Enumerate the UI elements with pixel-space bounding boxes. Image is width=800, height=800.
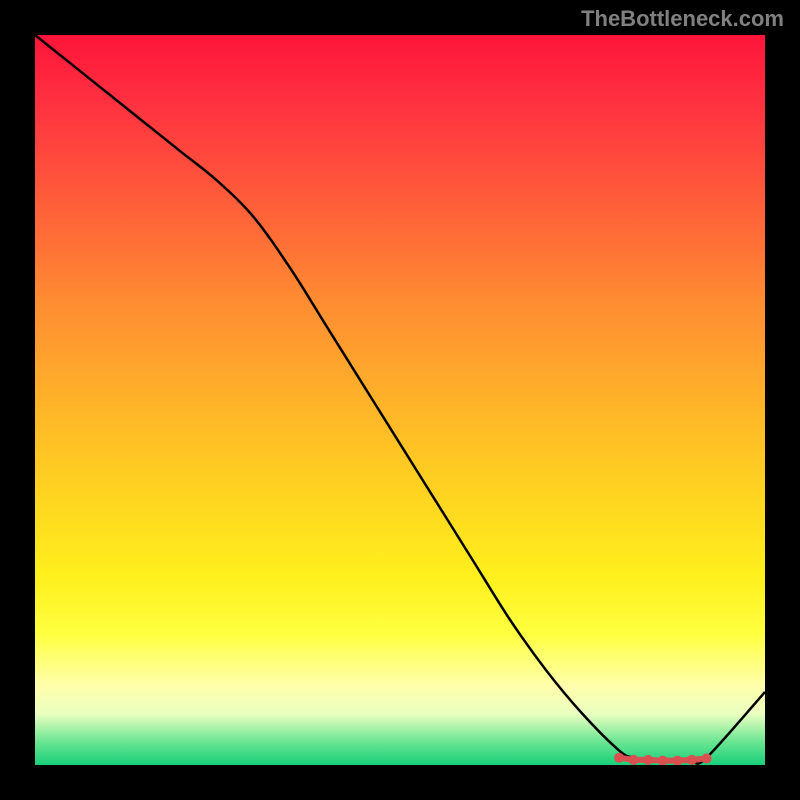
min-marker-dot (629, 755, 639, 765)
min-marker-dot (687, 755, 697, 765)
min-marker-dot (658, 756, 668, 765)
data-line (35, 35, 765, 764)
min-marker-dot (672, 756, 682, 765)
min-marker-dot (643, 755, 653, 765)
min-marker-dot (614, 753, 624, 763)
attribution-text: TheBottleneck.com (581, 6, 784, 32)
chart-svg (35, 35, 765, 765)
chart-root: TheBottleneck.com (0, 0, 800, 800)
min-marker-dot (702, 753, 712, 763)
plot-area (35, 35, 765, 765)
